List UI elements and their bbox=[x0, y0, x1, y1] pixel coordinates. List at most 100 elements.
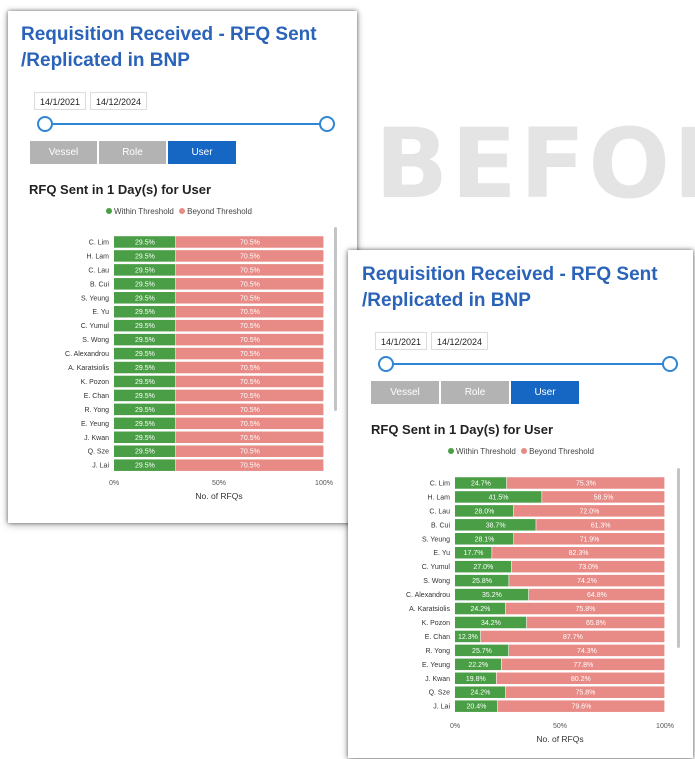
bar-beyond-label: 70.5% bbox=[240, 267, 260, 274]
x-tick-label: 50% bbox=[553, 723, 567, 730]
category-label: R. Yong bbox=[425, 648, 450, 655]
bar-within-label: 28.1% bbox=[475, 536, 495, 543]
x-tick-label: 0% bbox=[450, 723, 460, 730]
bar-within-label: 29.5% bbox=[135, 379, 155, 386]
bar-within-label: 29.5% bbox=[135, 253, 155, 260]
category-label: C. Alexandrou bbox=[65, 351, 109, 358]
category-label: C. Alexandrou bbox=[406, 592, 450, 599]
bar-within-label: 29.5% bbox=[135, 295, 155, 302]
bar-beyond-label: 58.5% bbox=[594, 494, 614, 501]
category-label: H. Lam bbox=[427, 494, 450, 501]
category-label: S. Wong bbox=[82, 337, 109, 344]
category-label: J. Kwan bbox=[84, 435, 109, 442]
bar-within-label: 19.8% bbox=[466, 676, 486, 683]
bar-within-label: 34.2% bbox=[481, 620, 501, 627]
category-label: Q. Sze bbox=[429, 690, 451, 697]
bar-within-label: 29.5% bbox=[135, 323, 155, 330]
category-label: K. Pozon bbox=[422, 620, 451, 627]
x-tick-label: 100% bbox=[656, 723, 674, 730]
bar-within-label: 29.5% bbox=[135, 365, 155, 372]
category-label: J. Lai bbox=[433, 704, 450, 711]
bar-beyond-label: 65.8% bbox=[586, 620, 606, 627]
category-label: H. Lam bbox=[86, 253, 109, 260]
category-label: C. Lim bbox=[430, 480, 450, 487]
category-label: C. Lau bbox=[429, 508, 450, 515]
bar-beyond-label: 73.0% bbox=[578, 564, 598, 571]
bar-beyond-label: 70.5% bbox=[240, 449, 260, 456]
bar-within-label: 29.5% bbox=[135, 267, 155, 274]
category-label: E. Yu bbox=[92, 309, 109, 316]
after-card: Requisition Received - RFQ Sent /Replica… bbox=[348, 250, 693, 758]
bar-beyond-label: 70.5% bbox=[240, 281, 260, 288]
bar-within-label: 12.3% bbox=[458, 634, 478, 641]
bar-beyond-label: 70.5% bbox=[240, 309, 260, 316]
x-tick-label: 0% bbox=[109, 480, 119, 487]
category-label: E. Chan bbox=[84, 393, 109, 400]
bar-within-label: 24.2% bbox=[470, 606, 490, 613]
chart-scrollbar[interactable] bbox=[334, 227, 337, 411]
category-label: E. Yeung bbox=[81, 421, 109, 428]
bar-within-label: 24.2% bbox=[470, 690, 490, 697]
bar-within-label: 29.5% bbox=[135, 435, 155, 442]
bar-beyond-label: 72.0% bbox=[579, 508, 599, 515]
bar-within-label: 29.5% bbox=[135, 239, 155, 246]
category-label: B. Cui bbox=[90, 281, 110, 288]
bar-within-label: 29.5% bbox=[135, 421, 155, 428]
bar-within-label: 17.7% bbox=[464, 550, 484, 557]
bar-within-label: 29.5% bbox=[135, 463, 155, 470]
bar-within-label: 29.5% bbox=[135, 407, 155, 414]
category-label: Q. Sze bbox=[88, 449, 110, 456]
bar-beyond-label: 75.8% bbox=[575, 606, 595, 613]
category-label: R. Yong bbox=[84, 407, 109, 414]
category-label: C. Lau bbox=[88, 267, 109, 274]
bar-within-label: 25.8% bbox=[472, 578, 492, 585]
bar-beyond-label: 70.5% bbox=[240, 295, 260, 302]
bar-beyond-label: 70.5% bbox=[240, 421, 260, 428]
category-label: E. Yeung bbox=[422, 662, 450, 669]
chart-scrollbar[interactable] bbox=[677, 468, 680, 648]
bar-within-label: 35.2% bbox=[482, 592, 502, 599]
category-label: J. Lai bbox=[92, 463, 109, 470]
category-label: S. Yeung bbox=[81, 295, 109, 302]
bar-within-label: 29.5% bbox=[135, 351, 155, 358]
bar-within-label: 29.5% bbox=[135, 281, 155, 288]
bar-beyond-label: 70.5% bbox=[240, 337, 260, 344]
category-label: C. Yumul bbox=[81, 323, 110, 330]
bar-within-label: 28.0% bbox=[474, 508, 494, 515]
category-label: B. Cui bbox=[431, 522, 451, 529]
category-label: E. Yu bbox=[433, 550, 450, 557]
category-label: C. Yumul bbox=[422, 564, 451, 571]
bar-chart: C. Lim 24.7% 75.3% H. Lam 41.5% 58.5% C. Lau 28… bbox=[406, 477, 674, 744]
bar-within-label: 25.7% bbox=[472, 648, 492, 655]
bar-beyond-label: 70.5% bbox=[240, 239, 260, 246]
category-label: J. Kwan bbox=[425, 676, 450, 683]
bar-within-label: 29.5% bbox=[135, 337, 155, 344]
bar-within-label: 22.2% bbox=[468, 662, 488, 669]
bar-within-label: 20.4% bbox=[466, 704, 486, 711]
bar-chart: C. Lim 29.5% 70.5% H. Lam 29.5% 70.5% C. Lau 29… bbox=[65, 236, 333, 501]
x-tick-label: 50% bbox=[212, 480, 226, 487]
category-label: K. Pozon bbox=[81, 379, 110, 386]
bar-beyond-label: 70.5% bbox=[240, 351, 260, 358]
x-axis-label: No. of RFQs bbox=[195, 491, 242, 501]
bar-beyond-label: 80.2% bbox=[571, 676, 591, 683]
bar-within-label: 38.7% bbox=[486, 522, 506, 529]
x-tick-label: 100% bbox=[315, 480, 333, 487]
bar-beyond-label: 70.5% bbox=[240, 463, 260, 470]
bar-within-label: 27.0% bbox=[473, 564, 493, 571]
bar-within-label: 29.5% bbox=[135, 449, 155, 456]
category-label: C. Lim bbox=[89, 239, 109, 246]
bar-beyond-label: 70.5% bbox=[240, 253, 260, 260]
bar-beyond-label: 74.3% bbox=[577, 648, 597, 655]
bar-beyond-label: 79.6% bbox=[571, 704, 591, 711]
bar-beyond-label: 64.8% bbox=[587, 592, 607, 599]
category-label: A. Karatsiolis bbox=[68, 365, 109, 372]
bar-beyond-label: 75.3% bbox=[576, 480, 596, 487]
bar-beyond-label: 87.7% bbox=[563, 634, 583, 641]
category-label: E. Chan bbox=[425, 634, 450, 641]
bar-beyond-label: 70.5% bbox=[240, 365, 260, 372]
before-card: Requisition Received - RFQ Sent /Replica… bbox=[8, 11, 357, 523]
x-axis-label: No. of RFQs bbox=[536, 734, 583, 744]
bar-within-label: 29.5% bbox=[135, 393, 155, 400]
bar-beyond-label: 61.3% bbox=[591, 522, 611, 529]
